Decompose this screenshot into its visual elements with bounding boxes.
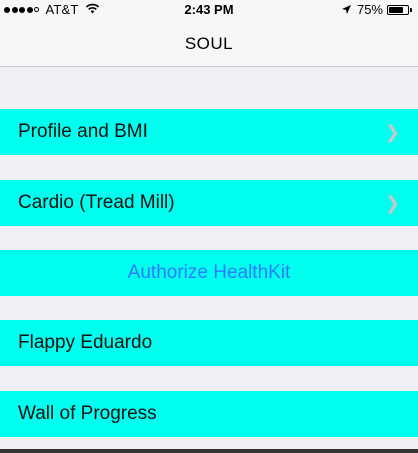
authorize-healthkit-button[interactable]: Authorize HealthKit	[0, 250, 418, 296]
navigation-bar: SOUL	[0, 20, 418, 67]
location-arrow-icon	[341, 2, 351, 17]
battery-icon	[387, 4, 409, 15]
status-bar: AT&T 2:43 PM 75%	[0, 0, 418, 20]
menu-item-label: Flappy Eduardo	[18, 332, 153, 353]
menu-item-label: Profile and BMI	[18, 121, 148, 142]
menu-item-flappy-eduardo[interactable]: Flappy Eduardo	[0, 320, 418, 366]
status-right: 75%	[341, 2, 412, 17]
menu-item-wall-of-progress[interactable]: Wall of Progress	[0, 391, 418, 437]
page-title: SOUL	[184, 34, 234, 53]
menu-item-profile-and-bmi[interactable]: Profile and BMI ❯	[0, 109, 418, 155]
battery-cap	[410, 7, 412, 12]
menu-item-label: Authorize HealthKit	[127, 262, 291, 283]
chevron-right-icon: ❯	[384, 193, 400, 213]
battery-percentage: 75%	[356, 2, 383, 17]
menu-item-cardio[interactable]: Cardio (Tread Mill) ❯	[0, 180, 418, 226]
menu-item-label: Cardio (Tread Mill)	[18, 192, 175, 213]
chevron-right-icon: ❯	[384, 122, 400, 142]
menu-item-label: Wall of Progress	[18, 403, 157, 424]
bottom-edge	[0, 449, 418, 453]
